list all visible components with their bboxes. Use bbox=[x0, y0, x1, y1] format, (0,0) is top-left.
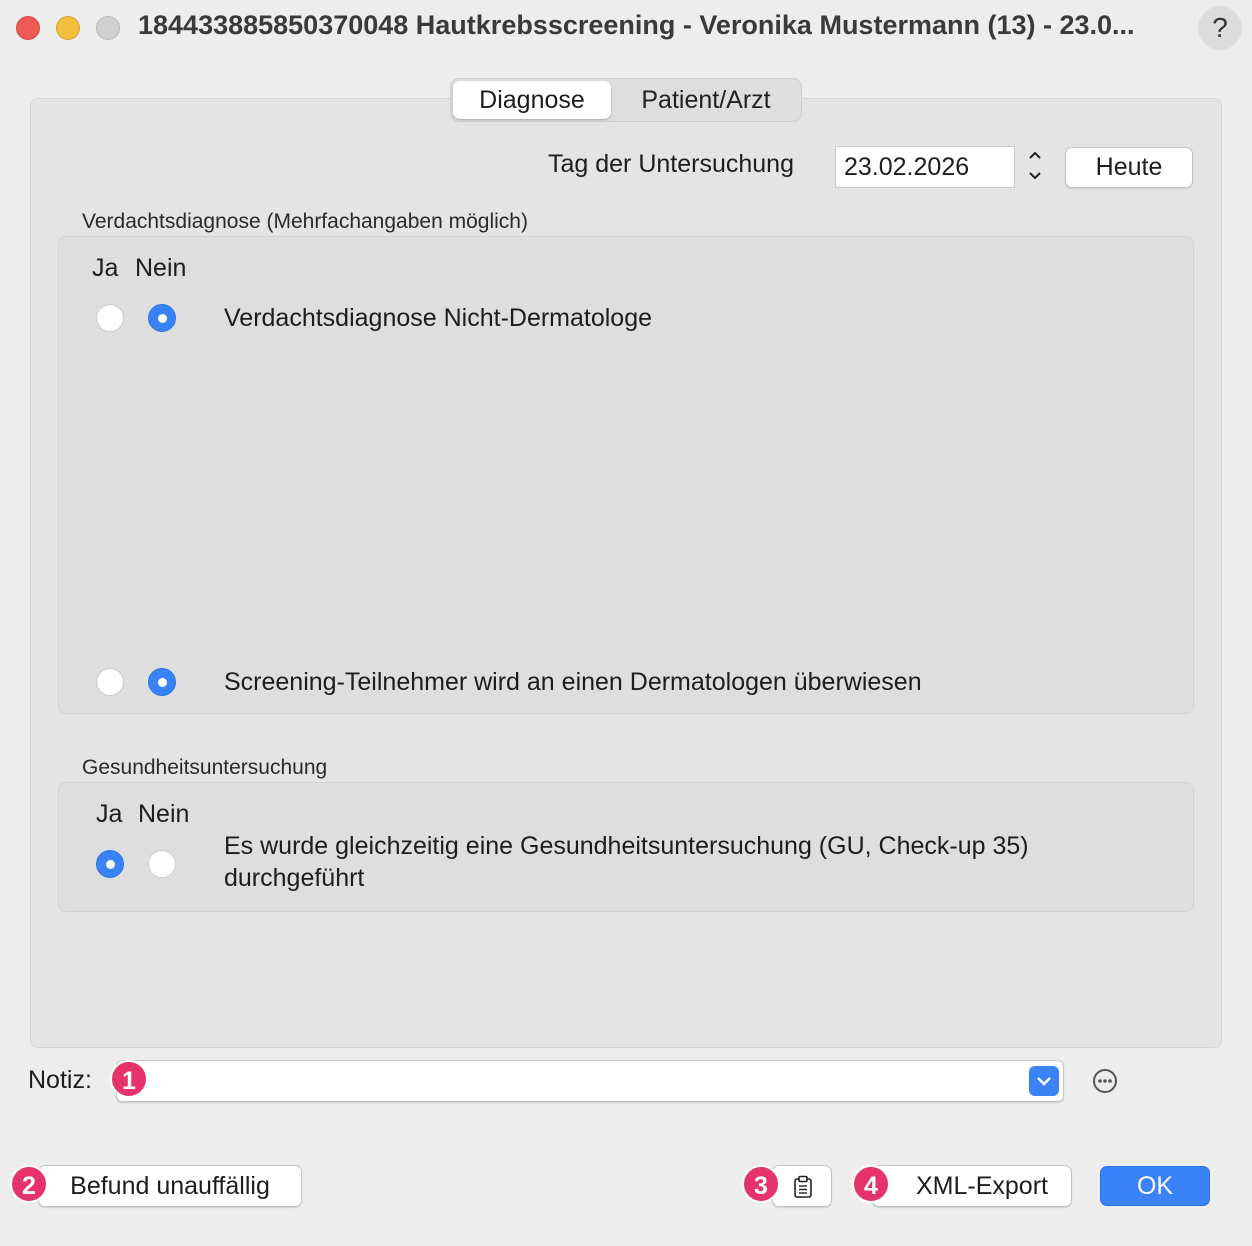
exam-date-label: Tag der Untersuchung bbox=[548, 150, 794, 178]
verdacht-col-nein: Nein bbox=[135, 254, 187, 282]
tab-diagnose[interactable]: Diagnose bbox=[453, 81, 611, 119]
annotation-badge-1: 1 bbox=[110, 1060, 148, 1098]
zoom-window-button[interactable] bbox=[96, 16, 120, 40]
notiz-dropdown-button[interactable] bbox=[1029, 1066, 1059, 1096]
date-stepper[interactable] bbox=[1021, 146, 1049, 188]
annotation-badge-3: 3 bbox=[742, 1165, 780, 1203]
verdacht-nicht-derm-ja-radio[interactable] bbox=[96, 304, 124, 332]
chevron-down-icon[interactable] bbox=[1021, 167, 1049, 188]
tab-bar: Diagnose Patient/Arzt bbox=[450, 78, 802, 122]
more-options-icon[interactable] bbox=[1092, 1068, 1118, 1094]
window-title: 184433885850370048 Hautkrebsscreening - … bbox=[138, 10, 1135, 40]
close-window-button[interactable] bbox=[16, 16, 40, 40]
tab-patient-arzt[interactable]: Patient/Arzt bbox=[613, 81, 799, 119]
ueberweisung-nein-radio[interactable] bbox=[148, 668, 176, 696]
ueberweisung-label: Screening-Teilnehmer wird an einen Derma… bbox=[224, 668, 922, 696]
exam-date-field[interactable]: 23.02.2026 bbox=[835, 146, 1015, 188]
gu-section-label: Gesundheitsuntersuchung bbox=[82, 756, 328, 779]
notiz-input[interactable] bbox=[116, 1060, 1064, 1102]
annotation-badge-4: 4 bbox=[852, 1165, 890, 1203]
title-bar: 184433885850370048 Hautkrebsscreening - … bbox=[0, 0, 1252, 56]
chevron-down-icon bbox=[1037, 1077, 1051, 1086]
verdacht-nicht-derm-nein-radio[interactable] bbox=[148, 304, 176, 332]
gu-label-line2: durchgeführt bbox=[224, 864, 365, 892]
gu-col-nein: Nein bbox=[138, 800, 190, 828]
gu-label-line1: Es wurde gleichzeitig eine Gesundheitsun… bbox=[224, 832, 1029, 860]
gu-ja-radio[interactable] bbox=[96, 850, 124, 878]
ueberweisung-ja-radio[interactable] bbox=[96, 668, 124, 696]
today-button[interactable]: Heute bbox=[1065, 147, 1193, 188]
help-button[interactable]: ? bbox=[1198, 6, 1242, 50]
verdacht-section-label: Verdachtsdiagnose (Mehrfachangaben mögli… bbox=[82, 210, 528, 233]
notiz-label: Notiz: bbox=[28, 1066, 92, 1094]
chevron-up-icon[interactable] bbox=[1021, 146, 1049, 167]
gu-nein-radio[interactable] bbox=[148, 850, 176, 878]
gu-col-ja: Ja bbox=[96, 800, 123, 828]
minimize-window-button[interactable] bbox=[56, 16, 80, 40]
annotation-badge-2: 2 bbox=[10, 1165, 48, 1203]
verdacht-col-ja: Ja bbox=[92, 254, 119, 282]
clipboard-icon bbox=[794, 1175, 812, 1198]
befund-unauffaellig-button[interactable]: Befund unauffällig bbox=[38, 1165, 302, 1207]
verdacht-nicht-derm-label: Verdachtsdiagnose Nicht-Dermatologe bbox=[224, 304, 653, 332]
clipboard-button[interactable] bbox=[772, 1165, 832, 1207]
dialog-window: 184433885850370048 Hautkrebsscreening - … bbox=[0, 0, 1252, 1246]
xml-export-button[interactable]: XML-Export bbox=[872, 1165, 1072, 1207]
ok-button[interactable]: OK bbox=[1100, 1166, 1210, 1206]
